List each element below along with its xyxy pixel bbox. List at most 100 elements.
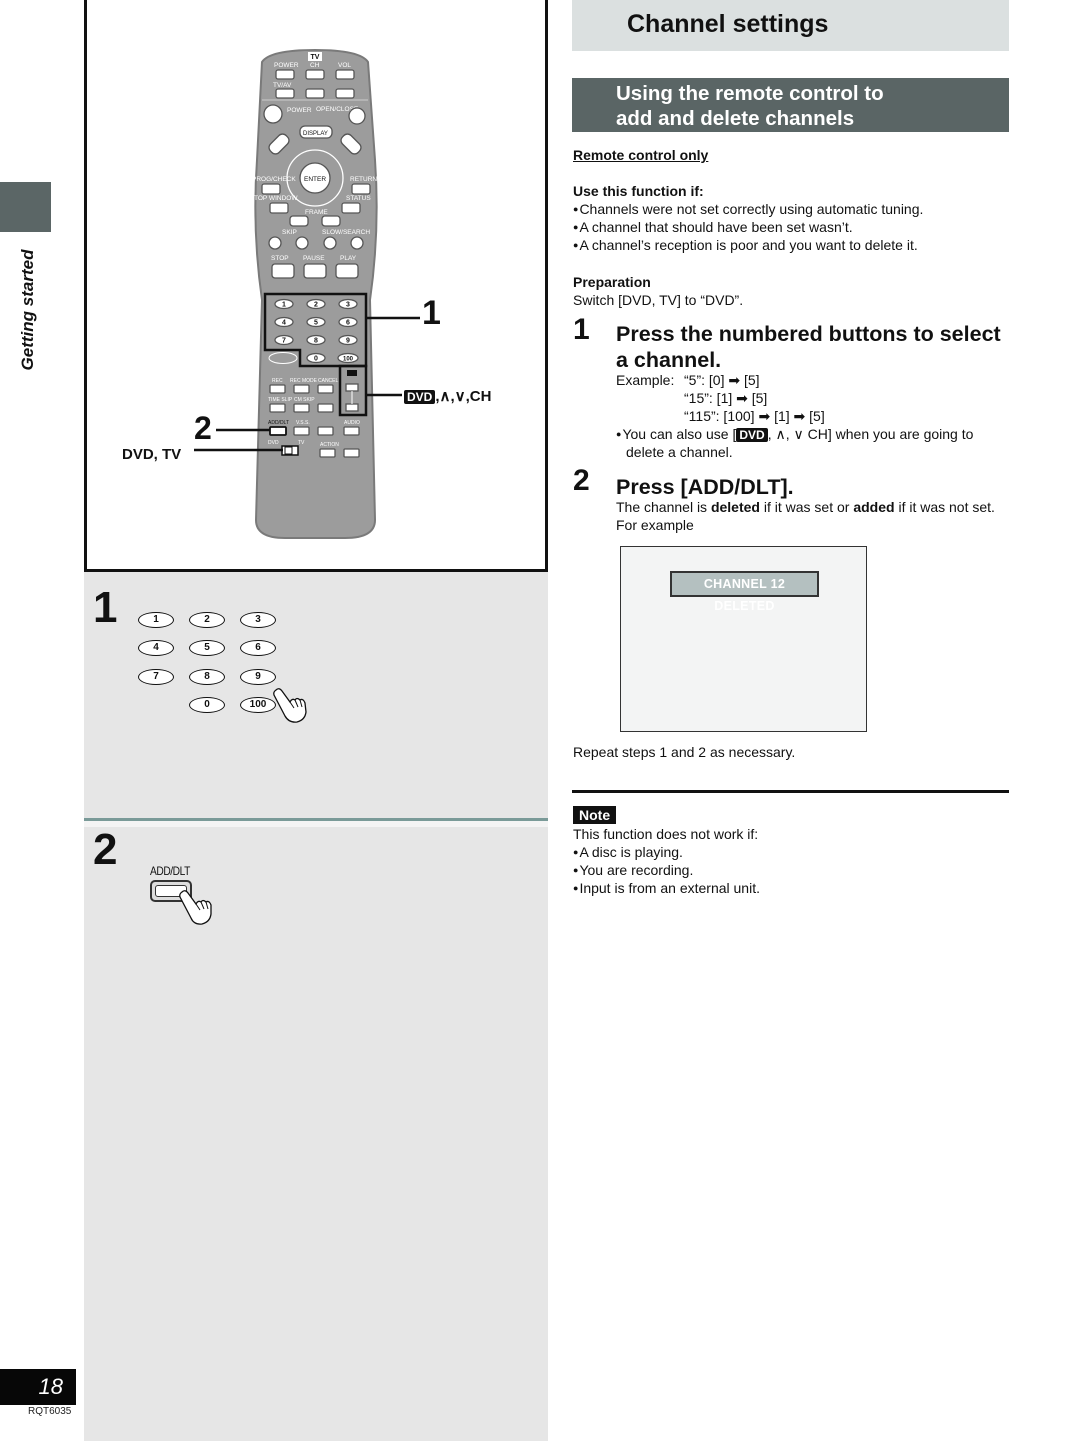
callout-dvd-tv: DVD, TV — [122, 446, 182, 463]
note-item: Input is from an external unit. — [573, 879, 760, 897]
svg-text:7: 7 — [282, 338, 286, 345]
svg-text:3: 3 — [346, 302, 350, 309]
key-2[interactable]: 2 — [189, 612, 225, 628]
open-close-button — [348, 107, 366, 125]
key-7[interactable]: 7 — [138, 669, 174, 685]
action-button — [319, 448, 336, 458]
key-8[interactable]: 8 — [189, 669, 225, 685]
preparation-text: Switch [DVD, TV] to “DVD”. — [573, 292, 744, 308]
pointing-hand-icon — [273, 688, 307, 723]
svg-text:PLAY: PLAY — [340, 255, 357, 262]
prog-check-button — [261, 183, 281, 195]
frame-back-button — [289, 215, 309, 227]
callout-dvd-ch: DVD ,∧,∨,CH — [404, 387, 491, 405]
time-slip-button — [269, 403, 286, 413]
example-line: “5”: [0] ➡ [5] — [684, 372, 760, 388]
note-intro: This function does not work if: — [573, 826, 759, 842]
svg-text:POWER: POWER — [287, 107, 312, 114]
play-button — [335, 263, 359, 279]
svg-text:100: 100 — [343, 357, 354, 363]
skip-forward-button — [295, 236, 309, 250]
svg-text:9: 9 — [346, 338, 350, 345]
note-item: A disc is playing. — [573, 843, 683, 861]
skip-back-button — [268, 236, 282, 250]
svg-text:TOP WINDOW: TOP WINDOW — [254, 195, 298, 202]
example-line: “115”: [100] ➡ [1] ➡ [5] — [684, 408, 825, 424]
tv-power-button — [275, 69, 295, 80]
svg-text:0: 0 — [314, 356, 318, 363]
return-button — [351, 183, 371, 195]
top-window-button — [269, 202, 289, 214]
svg-text:VOL: VOL — [338, 62, 351, 69]
callout-step1: 1 — [422, 294, 441, 332]
dvd-ch-up-button — [345, 383, 359, 392]
example-line: “15”: [1] ➡ [5] — [684, 390, 768, 406]
svg-text:FRAME: FRAME — [305, 209, 328, 216]
svg-text:6: 6 — [346, 320, 350, 327]
svg-text:TV: TV — [298, 440, 305, 446]
input-select-button — [317, 403, 334, 413]
section-title: Using the remote control to add and delet… — [616, 82, 884, 130]
key-4[interactable]: 4 — [138, 640, 174, 656]
svg-text:4: 4 — [282, 320, 286, 327]
pointing-hand-icon — [179, 890, 212, 925]
add-dlt-button — [269, 426, 287, 436]
add-dlt-label: ADD/DLT — [150, 864, 190, 878]
svg-text:2: 2 — [314, 302, 318, 309]
step1-number: 1 — [93, 583, 118, 632]
frame-forward-button — [321, 215, 341, 227]
callout-step2: 2 — [194, 410, 212, 446]
vol-up-button — [335, 69, 355, 80]
use-if-item: A channel’s reception is poor and you wa… — [573, 236, 917, 254]
svg-text:DISPLAY: DISPLAY — [303, 131, 328, 137]
key-3[interactable]: 3 — [240, 612, 276, 628]
document-code: RQT6035 — [28, 1406, 72, 1417]
search-back-button — [323, 236, 337, 250]
key-0[interactable]: 0 — [189, 697, 225, 713]
remote-control-illustration: .rb { fill: #fff; stroke: #555; stroke-w… — [194, 48, 420, 539]
tv-label: TV — [311, 54, 320, 61]
key-1[interactable]: 1 — [138, 612, 174, 628]
rec-mode-button — [293, 384, 310, 394]
ch-up-button — [305, 69, 325, 80]
key-9[interactable]: 9 — [240, 669, 276, 685]
svg-text:SKIP: SKIP — [282, 229, 297, 236]
dvd-badge: DVD — [736, 428, 768, 442]
svg-text:RETURN: RETURN — [350, 176, 377, 183]
power-button — [263, 104, 283, 124]
dvd-ch-down-button — [345, 403, 359, 412]
svg-text:TV/AV: TV/AV — [273, 82, 292, 89]
vol-down-button — [335, 88, 355, 99]
svg-text:REC: REC — [272, 378, 283, 384]
svg-text:SLOW/SEARCH: SLOW/SEARCH — [322, 229, 370, 236]
svg-text:TIME SLIP: TIME SLIP — [268, 397, 293, 403]
audio-button — [343, 426, 360, 436]
remote-only-label: Remote control only — [573, 147, 709, 163]
status-button — [341, 202, 361, 214]
cancel-button — [317, 384, 334, 394]
key-6[interactable]: 6 — [240, 640, 276, 656]
last-marker-button — [317, 426, 334, 436]
svg-text:5: 5 — [314, 320, 318, 327]
svg-text:DVD: DVD — [268, 440, 279, 446]
step1-tip: You can also use [DVD, ∧, ∨ CH] when you… — [616, 425, 973, 443]
repeat-text: Repeat steps 1 and 2 as necessary. — [573, 744, 796, 760]
step1-illustration-area — [84, 572, 548, 818]
note-item: You are recording. — [573, 861, 693, 879]
stop-button — [271, 263, 295, 279]
dvd-badge: DVD — [404, 390, 436, 404]
svg-text:CANCEL: CANCEL — [318, 378, 339, 384]
svg-text:AUDIO: AUDIO — [344, 420, 360, 426]
cm-skip-button — [293, 403, 310, 413]
key-5[interactable]: 5 — [189, 640, 225, 656]
svg-text:8: 8 — [314, 338, 318, 345]
vss-button — [293, 426, 310, 436]
step1-title: Press the numbered buttons to select a ch… — [616, 322, 1001, 372]
step2-description: The channel is deleted if it was set or … — [616, 499, 995, 515]
svg-text:PAUSE: PAUSE — [303, 255, 325, 262]
note-badge: Note — [573, 806, 617, 824]
marker-write-button — [343, 448, 360, 458]
note-divider — [572, 790, 1009, 793]
svg-text:1: 1 — [282, 302, 286, 309]
osd-message: CHANNEL 12 DELETED — [670, 571, 819, 613]
